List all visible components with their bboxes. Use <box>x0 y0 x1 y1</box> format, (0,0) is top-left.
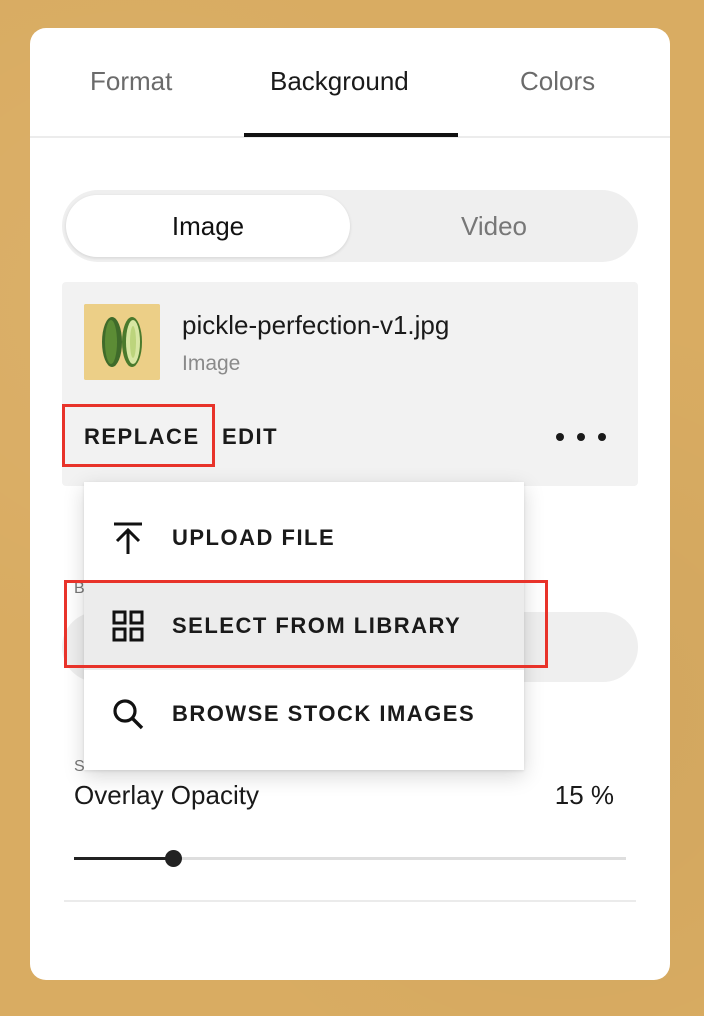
overlay-opacity-slider[interactable] <box>74 850 626 867</box>
pickle-thumbnail <box>84 304 160 380</box>
active-tab-indicator <box>244 133 458 137</box>
menu-item-upload-file[interactable]: UPLOAD FILE <box>84 494 524 582</box>
menu-item-label: UPLOAD FILE <box>172 525 336 550</box>
menu-item-browse-stock-images[interactable]: BROWSE STOCK IMAGES <box>84 670 524 758</box>
replace-highlight-box <box>62 404 215 467</box>
edit-button[interactable]: EDIT <box>222 424 278 450</box>
tab-colors[interactable]: Colors <box>520 66 595 97</box>
menu-item-label: BROWSE STOCK IMAGES <box>172 701 476 726</box>
select-library-highlight-box <box>64 580 548 668</box>
media-type-toggle: Image Video <box>62 190 638 262</box>
tab-format[interactable]: Format <box>90 66 172 97</box>
upload-icon <box>114 522 142 554</box>
slider-handle[interactable] <box>165 850 182 867</box>
section-divider <box>64 900 636 902</box>
overlay-opacity-value: 15 % <box>554 780 614 810</box>
image-toggle-button[interactable]: Image <box>66 195 350 257</box>
file-type: Image <box>182 352 241 375</box>
slider-fill <box>74 857 173 860</box>
search-icon <box>113 699 144 730</box>
file-name: pickle-perfection-v1.jpg <box>182 310 450 340</box>
more-horizontal-icon[interactable] <box>556 424 606 450</box>
tab-background[interactable]: Background <box>270 66 409 97</box>
video-toggle-button[interactable]: Video <box>352 195 636 257</box>
overlay-opacity-label: Overlay Opacity <box>74 780 259 810</box>
tab-bar: Format Background Colors <box>30 28 670 138</box>
